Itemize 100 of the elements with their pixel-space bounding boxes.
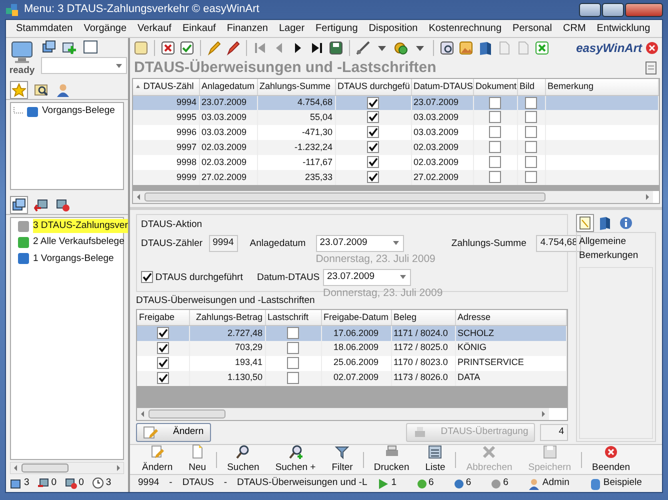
windows-icon[interactable]	[41, 40, 57, 54]
add-window-icon[interactable]	[62, 40, 78, 55]
toolbar-button[interactable]: Suchen +	[267, 445, 324, 474]
toolbar-button[interactable]: Drucken	[366, 445, 418, 474]
info-icon[interactable]	[618, 216, 633, 230]
date-field[interactable]: 23.07.2009	[316, 234, 404, 252]
last-icon[interactable]	[309, 40, 325, 56]
caret-icon[interactable]	[115, 62, 123, 70]
column-header[interactable]: DTAUS durchgefü	[335, 79, 411, 95]
pencil-icon[interactable]	[206, 40, 222, 56]
checkbox[interactable]	[525, 126, 537, 138]
table-row[interactable]: 703,29 18.06.2009 1172 / 8025.0 KÖNIG	[137, 340, 566, 356]
window-list-item[interactable]: 1 Vorgangs-Belege	[33, 252, 114, 266]
caret-icon[interactable]	[392, 239, 400, 248]
horizontal-scrollbar[interactable]	[133, 191, 653, 203]
first-icon[interactable]	[252, 40, 268, 56]
column-header[interactable]: Anlagedatum	[199, 79, 257, 95]
table-row[interactable]: 9999 27.02.2009 235,33 27.02.2009	[133, 170, 658, 185]
column-header[interactable]: Zahlungs-Summe	[257, 79, 335, 95]
checkbox[interactable]	[367, 156, 379, 168]
coins-icon[interactable]	[393, 40, 409, 56]
column-header[interactable]: Dokument	[473, 79, 517, 95]
menu-item[interactable]: Stammdaten	[16, 21, 73, 36]
tree-item[interactable]: Vorgangs-Belege	[42, 104, 115, 118]
window-list-item[interactable]: 3 DTAUS-Zahlungsver	[33, 219, 128, 234]
checkbox[interactable]	[367, 111, 379, 124]
preview-icon[interactable]	[439, 40, 455, 56]
checkbox[interactable]	[489, 126, 501, 138]
checkbox[interactable]	[141, 271, 153, 284]
toolbar-button[interactable]: Beenden	[584, 445, 638, 474]
horizontal-scrollbar[interactable]	[137, 408, 549, 420]
column-header[interactable]: Bild	[517, 79, 545, 95]
toolbar-button[interactable]: Filter	[324, 445, 361, 474]
checkbox[interactable]	[489, 171, 501, 184]
table-row[interactable]: 9994 23.07.2009 4.754,68 23.07.2009	[133, 95, 658, 110]
table-row[interactable]: 2.727,48 17.06.2009 1171 / 8024.0 SCHOLZ	[137, 326, 566, 341]
checkbox[interactable]	[525, 156, 537, 168]
menu-item[interactable]: Fertigung	[316, 21, 358, 36]
checkbox[interactable]	[156, 357, 169, 369]
checkbox[interactable]	[367, 141, 379, 154]
column-header[interactable]: Freigabe-Datum	[321, 310, 391, 326]
menu-item[interactable]: CRM	[563, 21, 586, 36]
menu-item[interactable]: Entwicklung	[596, 21, 650, 36]
window-arrow-icon[interactable]	[34, 198, 48, 212]
column-header[interactable]: Datum-DTAUS	[411, 79, 473, 95]
menu-item[interactable]: Verkauf	[138, 21, 172, 36]
close-button[interactable]	[625, 2, 663, 16]
windows-icon[interactable]	[11, 198, 27, 212]
column-header[interactable]: Adresse	[455, 310, 566, 326]
column-header[interactable]: Bemerkung	[545, 79, 658, 95]
checkbox[interactable]	[489, 156, 501, 168]
toolbar-button[interactable]: Suchen	[219, 445, 268, 474]
toolbar-button[interactable]: Ändern	[134, 445, 181, 474]
caret-icon[interactable]	[399, 273, 407, 282]
window-list-item[interactable]: 2 Alle Verkaufsbelege	[33, 235, 124, 250]
notepad-icon[interactable]	[578, 216, 592, 230]
save-icon[interactable]	[328, 40, 344, 56]
menu-item[interactable]: Finanzen	[226, 21, 268, 36]
checkbox[interactable]	[287, 372, 299, 384]
checkbox[interactable]	[525, 171, 537, 184]
checkbox[interactable]	[489, 96, 501, 109]
user-icon[interactable]	[56, 82, 70, 96]
maximize-button[interactable]	[602, 2, 624, 16]
table-row[interactable]: 9995 03.03.2009 55,04 03.03.2009	[133, 110, 658, 125]
close-icon[interactable]	[645, 41, 659, 55]
checkbox[interactable]	[525, 111, 537, 124]
menu-item[interactable]: Personal	[512, 21, 552, 36]
checkbox[interactable]	[367, 171, 379, 184]
book-icon[interactable]	[598, 216, 612, 230]
checkbox[interactable]	[525, 141, 537, 154]
date-field[interactable]: 23.07.2009	[323, 268, 411, 286]
checkbox[interactable]	[156, 342, 169, 354]
blank-window-icon[interactable]	[82, 40, 98, 54]
table-row[interactable]: 1.130,50 02.07.2009 1173 / 8026.0 DATA	[137, 370, 566, 386]
menu-item[interactable]: Kostenrechnung	[428, 21, 502, 36]
checkbox[interactable]	[525, 96, 537, 109]
checkbox[interactable]	[367, 96, 379, 109]
checkbox[interactable]	[156, 327, 169, 340]
toolbar-button[interactable]: Neu	[180, 445, 214, 474]
checkbox[interactable]	[367, 126, 379, 138]
spreadsheet-icon[interactable]	[534, 40, 550, 56]
column-header[interactable]: Beleg	[391, 310, 455, 326]
checkbox[interactable]	[287, 357, 299, 369]
menu-item[interactable]: Einkauf	[182, 21, 216, 36]
menu-item[interactable]: Lager	[278, 21, 305, 36]
star-icon[interactable]	[12, 82, 26, 96]
checkbox[interactable]	[156, 372, 169, 384]
menu-item[interactable]: Disposition	[368, 21, 418, 36]
checkbox[interactable]	[287, 342, 299, 354]
checkbox[interactable]	[287, 327, 299, 340]
minimize-button[interactable]	[579, 2, 601, 16]
check-icon[interactable]	[179, 40, 195, 56]
table-row[interactable]: 9997 02.03.2009 -1.232,24 02.03.2009	[133, 140, 658, 155]
notepad-icon[interactable]	[644, 61, 658, 75]
checkbox[interactable]	[489, 111, 501, 124]
delete-icon[interactable]	[160, 40, 176, 56]
menu-item[interactable]: Vorgänge	[84, 21, 127, 36]
toolbar-button[interactable]: Liste	[417, 445, 454, 474]
pencil-icon[interactable]	[225, 40, 241, 56]
window-close-icon[interactable]	[56, 198, 70, 212]
